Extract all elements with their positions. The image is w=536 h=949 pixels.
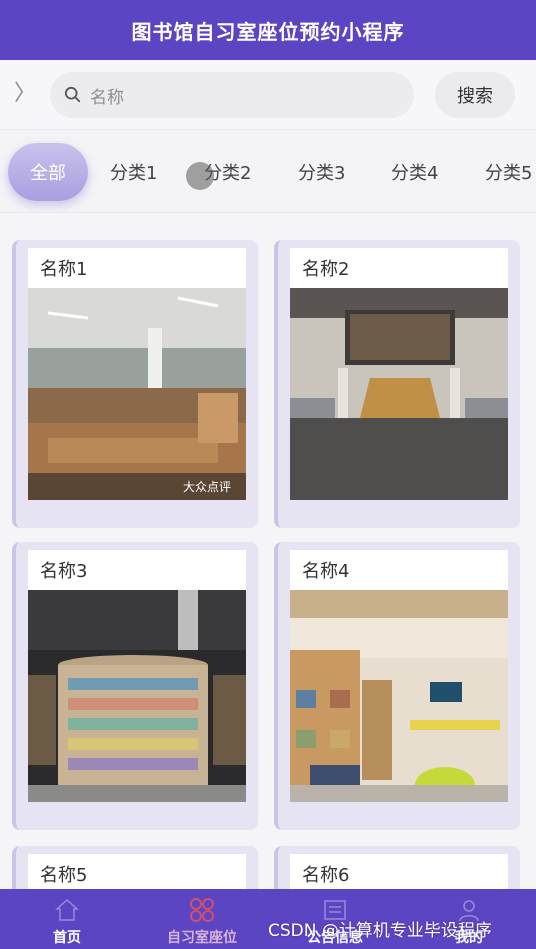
seat-grid-icon — [190, 898, 214, 922]
csdn-watermark: CSDN @计算机专业毕设程序 — [268, 921, 492, 941]
tab-seats[interactable]: 自习室座位 — [147, 889, 257, 949]
tab-label: 自习室座位 — [167, 930, 237, 946]
search-input[interactable]: 名称 — [50, 72, 414, 118]
card-title: 名称2 — [290, 248, 508, 288]
room-photo — [290, 288, 508, 500]
search-placeholder: 名称 — [90, 87, 124, 108]
room-photo — [28, 590, 246, 802]
room-grid: 名称1 大众点评 名称2 名称3 名称4 名称5 名称6 — [0, 214, 536, 926]
card-title: 名称6 — [290, 854, 508, 894]
image-watermark: 大众点评 — [183, 480, 231, 494]
app-screen: 图书馆自习室座位预约小程序 〉 名称 搜索 全部 分类1 分类2 分类3 分类4… — [0, 0, 536, 949]
bottom-tab-bar: 首页 自习室座位 公告信息 我的 CSDN @计算机专业毕设程序 — [0, 889, 536, 949]
card-title: 名称3 — [28, 550, 246, 590]
category-all[interactable]: 全部 — [8, 143, 88, 201]
search-button[interactable]: 搜索 — [435, 72, 515, 118]
header-bar: 图书馆自习室座位预约小程序 — [0, 0, 536, 60]
room-photo: 大众点评 — [28, 288, 246, 500]
category-tabs: 全部 分类1 分类2 分类3 分类4 分类5 — [0, 131, 536, 213]
tab-label: 首页 — [53, 930, 81, 946]
page-title: 图书馆自习室座位预约小程序 — [131, 19, 405, 44]
tab-home[interactable]: 首页 — [12, 889, 122, 949]
room-card-3[interactable]: 名称3 — [12, 542, 258, 830]
room-card-4[interactable]: 名称4 — [274, 542, 520, 830]
category-4[interactable]: 分类4 — [391, 143, 438, 201]
card-title: 名称1 — [28, 248, 246, 288]
card-title: 名称5 — [28, 854, 246, 894]
category-3[interactable]: 分类3 — [298, 143, 345, 201]
room-card-2[interactable]: 名称2 — [274, 240, 520, 528]
search-icon — [64, 86, 81, 103]
home-icon — [55, 898, 79, 921]
search-row: 〉 名称 搜索 — [0, 60, 536, 130]
touch-indicator — [186, 162, 214, 190]
category-1[interactable]: 分类1 — [110, 143, 157, 201]
category-5[interactable]: 分类5 — [485, 143, 532, 201]
room-photo — [290, 590, 508, 802]
chevron-right-icon[interactable]: 〉 — [14, 80, 36, 108]
card-title: 名称4 — [290, 550, 508, 590]
room-card-1[interactable]: 名称1 大众点评 — [12, 240, 258, 528]
